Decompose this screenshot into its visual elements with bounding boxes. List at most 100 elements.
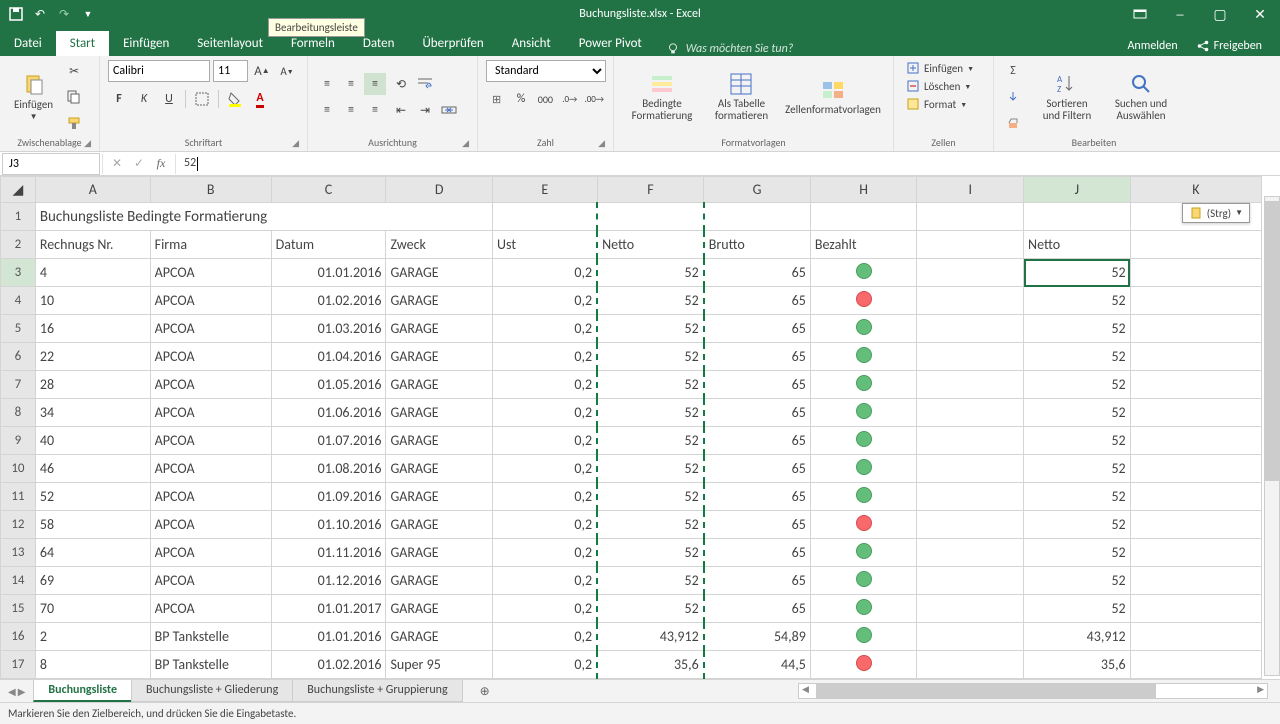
row-header[interactable]: 1 — [1, 203, 36, 231]
cell[interactable] — [810, 455, 917, 483]
share-button[interactable]: Freigeben — [1188, 36, 1270, 56]
cell[interactable]: 0,2 — [493, 483, 598, 511]
cell[interactable] — [1130, 623, 1261, 651]
cell[interactable]: 65 — [704, 595, 811, 623]
cell[interactable]: 52 — [597, 259, 704, 287]
cell[interactable] — [1130, 595, 1261, 623]
cell[interactable] — [917, 567, 1024, 595]
cancel-formula-icon[interactable]: ✕ — [107, 154, 127, 174]
cell[interactable] — [810, 427, 917, 455]
dialog-launcher-icon[interactable]: ◢ — [84, 138, 91, 149]
cell[interactable]: Super 95 — [386, 651, 493, 679]
cell[interactable]: 0,2 — [493, 623, 598, 651]
cell[interactable]: GARAGE — [386, 623, 493, 651]
cell[interactable]: APCOA — [150, 483, 271, 511]
col-header-F[interactable]: F — [597, 177, 704, 203]
fx-icon[interactable]: fx — [151, 154, 171, 174]
cell[interactable] — [1130, 567, 1261, 595]
cell[interactable]: 52 — [597, 511, 704, 539]
cell[interactable]: 69 — [35, 567, 150, 595]
cell[interactable] — [1130, 539, 1261, 567]
cell[interactable]: 52 — [597, 455, 704, 483]
cell[interactable]: 65 — [704, 455, 811, 483]
sheet-nav-next-icon[interactable]: ▶ — [18, 685, 26, 698]
row-header[interactable]: 7 — [1, 371, 36, 399]
dialog-launcher-icon[interactable]: ◢ — [462, 138, 469, 149]
font-name-select[interactable] — [108, 60, 210, 82]
cell[interactable]: 65 — [704, 315, 811, 343]
cell[interactable]: 52 — [1024, 511, 1131, 539]
cell[interactable]: 52 — [597, 567, 704, 595]
cell[interactable]: 52 — [1024, 567, 1131, 595]
cell[interactable]: 52 — [597, 371, 704, 399]
insert-cells-button[interactable]: Einfügen ▼ — [902, 60, 985, 76]
cell[interactable] — [917, 455, 1024, 483]
decrease-indent-icon[interactable]: ⇤ — [390, 99, 412, 121]
cell[interactable]: Brutto — [704, 231, 811, 259]
cell[interactable] — [917, 315, 1024, 343]
decrease-decimal-icon[interactable]: .00→ — [583, 88, 605, 110]
cell[interactable]: GARAGE — [386, 539, 493, 567]
cell[interactable]: APCOA — [150, 399, 271, 427]
number-format-select[interactable]: Standard — [486, 60, 606, 82]
cell[interactable]: GARAGE — [386, 287, 493, 315]
maximize-icon[interactable]: ▢ — [1200, 0, 1240, 28]
cell[interactable]: APCOA — [150, 315, 271, 343]
cell[interactable]: 0,2 — [493, 399, 598, 427]
increase-decimal-icon[interactable]: .0→ — [559, 88, 580, 110]
sign-in-link[interactable]: Anmelden — [1127, 39, 1177, 53]
align-right-icon[interactable]: ≡ — [364, 99, 386, 121]
ribbon-display-icon[interactable] — [1120, 0, 1160, 28]
copy-icon[interactable] — [63, 86, 85, 108]
cell[interactable]: 52 — [597, 427, 704, 455]
row-header[interactable]: 3 — [1, 259, 36, 287]
cell[interactable]: 0,2 — [493, 371, 598, 399]
cell[interactable]: Datum — [271, 231, 386, 259]
col-header-A[interactable]: A — [35, 177, 150, 203]
cell[interactable]: 01.04.2016 — [271, 343, 386, 371]
cell[interactable] — [1130, 427, 1261, 455]
underline-button[interactable]: U — [158, 88, 180, 110]
col-header-G[interactable]: G — [704, 177, 811, 203]
row-header[interactable]: 12 — [1, 511, 36, 539]
cell[interactable]: 65 — [704, 567, 811, 595]
col-header-H[interactable]: H — [810, 177, 917, 203]
col-header-B[interactable]: B — [150, 177, 271, 203]
orientation-icon[interactable]: ⟲ — [390, 73, 412, 95]
cell[interactable] — [917, 483, 1024, 511]
cell[interactable]: GARAGE — [386, 371, 493, 399]
cell[interactable]: 52 — [1024, 343, 1131, 371]
row-header[interactable]: 2 — [1, 231, 36, 259]
cell[interactable] — [810, 259, 917, 287]
cell[interactable]: 2 — [35, 623, 150, 651]
sheet-nav-prev-icon[interactable]: ◀ — [8, 685, 16, 698]
italic-button[interactable]: K — [133, 88, 155, 110]
cell[interactable]: Rechnugs Nr. — [35, 231, 150, 259]
qat-dropdown-icon[interactable]: ▼ — [80, 6, 96, 22]
cell[interactable] — [810, 567, 917, 595]
cell[interactable] — [917, 539, 1024, 567]
align-top-icon[interactable]: ≡ — [316, 73, 338, 95]
cell[interactable]: 52 — [1024, 483, 1131, 511]
cell[interactable]: APCOA — [150, 455, 271, 483]
cell[interactable]: 65 — [704, 287, 811, 315]
font-color-icon[interactable]: A — [249, 88, 271, 110]
dialog-launcher-icon[interactable]: ◢ — [292, 138, 299, 149]
cell[interactable]: BP Tankstelle — [150, 623, 271, 651]
cell[interactable]: 58 — [35, 511, 150, 539]
cell[interactable] — [1130, 455, 1261, 483]
cell[interactable] — [597, 203, 704, 231]
cell[interactable]: Buchungsliste Bedingte Formatierung — [35, 203, 492, 231]
cell[interactable]: 52 — [1024, 315, 1131, 343]
cut-icon[interactable]: ✂ — [63, 60, 85, 82]
paste-button[interactable]: Einfügen ▼ — [8, 71, 59, 124]
cell[interactable] — [1130, 259, 1261, 287]
borders-icon[interactable] — [191, 88, 213, 110]
cell[interactable]: GARAGE — [386, 483, 493, 511]
cell[interactable] — [810, 315, 917, 343]
tab-power pivot[interactable]: Power Pivot — [565, 31, 656, 56]
vertical-scrollbar[interactable] — [1264, 196, 1280, 676]
sort-filter-button[interactable]: AZ Sortieren und Filtern — [1032, 70, 1102, 124]
align-bottom-icon[interactable]: ≡ — [364, 73, 386, 95]
tab-seitenlayout[interactable]: Seitenlayout — [183, 31, 277, 56]
